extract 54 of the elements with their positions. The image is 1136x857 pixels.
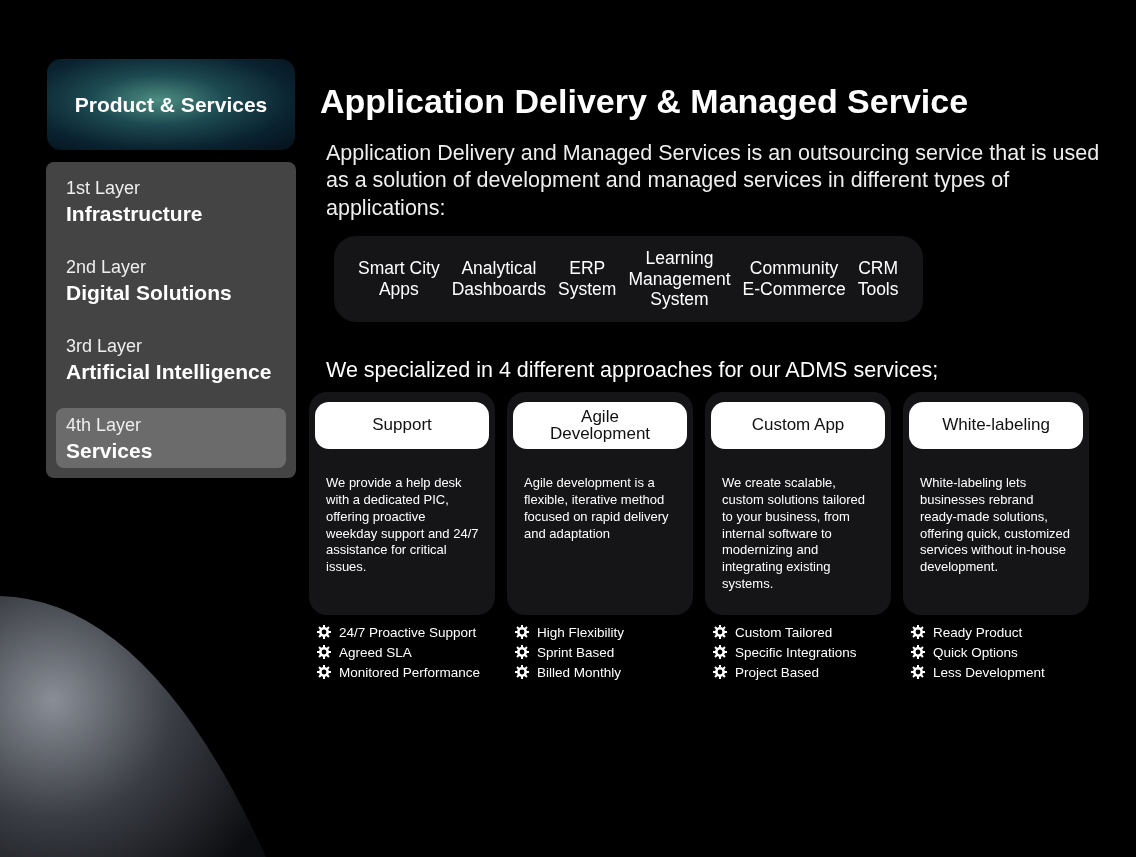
approach-description: We provide a help desk with a dedicated PIC, offering proactive weekday support and 24/7 assistance for critical issues. bbox=[326, 474, 479, 577]
feature-label: Quick Options bbox=[933, 644, 1018, 660]
sidebar-item[interactable]: 2nd Layer Digital Solutions bbox=[56, 250, 286, 310]
feature-label: Sprint Based bbox=[537, 644, 615, 660]
approach-title: Agile Development bbox=[513, 401, 687, 449]
approach-description: We create scalable, custom solutions tailored to your business, from internal software to modernizing and integrating existing systems. bbox=[722, 474, 867, 594]
sidebar-item[interactable]: 4th Layer Services bbox=[56, 408, 286, 468]
approach-title: Support bbox=[315, 401, 489, 449]
feature-label: Monitored Performance bbox=[339, 664, 481, 680]
layer-title: Infrastructure bbox=[66, 202, 203, 226]
application-label: ERP System bbox=[558, 258, 617, 300]
layer-label: 1st Layer bbox=[66, 178, 141, 199]
gear-icon bbox=[713, 625, 727, 640]
approach-title: Custom App bbox=[711, 401, 885, 449]
description: Application Delivery and Managed Services is an outsourcing service that is used as a solution of development and managed services in different types of applications: bbox=[326, 140, 1101, 222]
gear-icon bbox=[317, 625, 331, 640]
feature-label: Billed Monthly bbox=[537, 664, 622, 680]
layer-label: 3rd Layer bbox=[66, 336, 143, 357]
approach-description: Agile development is a flexible, iterative method focused on rapid delivery and adaptation bbox=[524, 474, 670, 543]
gear-icon bbox=[515, 665, 529, 680]
application-label: Learning Management System bbox=[628, 248, 731, 310]
feature-label: Ready Product bbox=[933, 624, 1023, 640]
feature-label: Agreed SLA bbox=[339, 644, 412, 660]
gear-icon bbox=[317, 665, 331, 680]
feature-label: 24/7 Proactive Support bbox=[339, 624, 477, 640]
layer-title: Services bbox=[66, 439, 153, 463]
sidebar-item[interactable]: 1st Layer Infrastructure bbox=[56, 171, 286, 231]
feature-label: Less Development bbox=[933, 664, 1045, 680]
layer-title: Digital Solutions bbox=[66, 281, 232, 305]
gear-icon bbox=[911, 625, 925, 640]
feature-label: High Flexibility bbox=[537, 624, 625, 640]
application-label: Analytical Dashboards bbox=[451, 258, 547, 300]
gear-icon bbox=[515, 625, 529, 640]
gear-icon bbox=[911, 645, 925, 660]
feature-label: Project Based bbox=[735, 664, 820, 680]
application-label: Smart City Apps bbox=[358, 258, 440, 300]
layer-title: Artificial Intelligence bbox=[66, 360, 272, 384]
approach-description: White-labeling lets businesses rebrand ready-made solutions, offering quick, customized services without in-house development. bbox=[920, 474, 1072, 577]
gear-icon bbox=[515, 645, 529, 660]
feature-label: Specific Integrations bbox=[735, 644, 857, 660]
gear-icon bbox=[713, 645, 727, 660]
layer-label: 4th Layer bbox=[66, 415, 142, 436]
layer-label: 2nd Layer bbox=[66, 257, 147, 278]
application-label: CRM Tools bbox=[857, 258, 899, 300]
sidebar-item[interactable]: 3rd Layer Artificial Intelligence bbox=[56, 329, 286, 389]
approaches-intro: We specialized in 4 different approaches for our ADMS services; bbox=[326, 357, 940, 383]
application-label: Community E-Commerce bbox=[742, 258, 846, 300]
gear-icon bbox=[911, 665, 925, 680]
gear-icon bbox=[713, 665, 727, 680]
feature-label: Custom Tailored bbox=[735, 624, 833, 640]
approach-title: White-labeling bbox=[909, 401, 1083, 449]
gear-icon bbox=[317, 645, 331, 660]
page-title: Application Delivery & Managed Service bbox=[320, 82, 970, 121]
sidebar-header: Product & Services bbox=[47, 59, 295, 150]
